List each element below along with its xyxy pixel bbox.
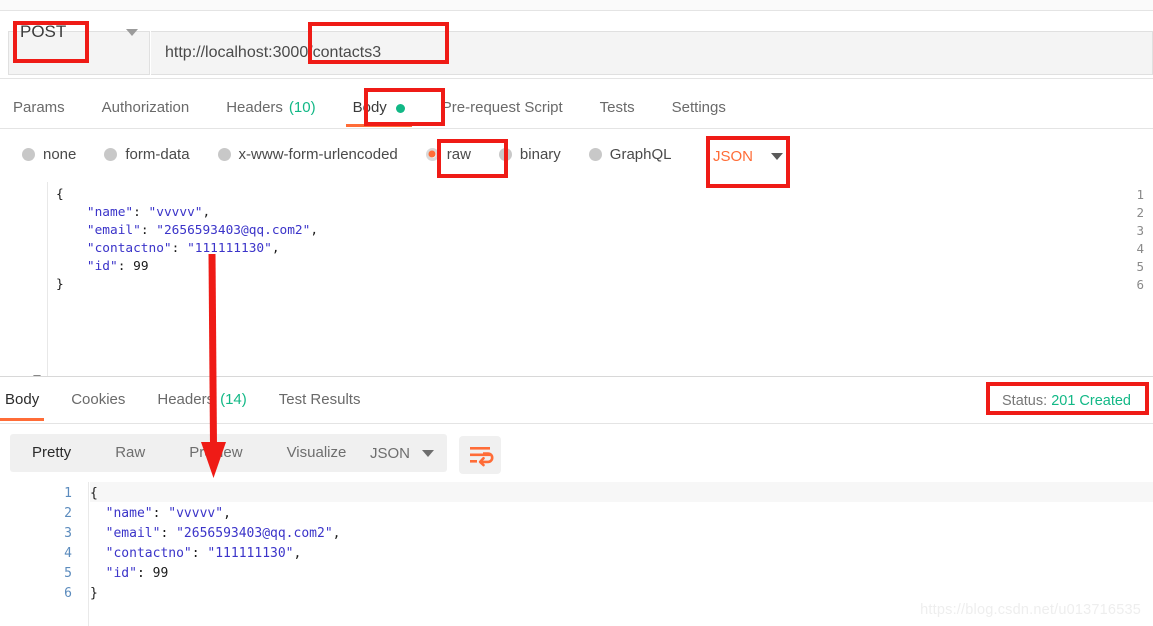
body-type-label: binary xyxy=(519,145,561,163)
line-number: 2 xyxy=(64,506,72,521)
chevron-down-icon[interactable] xyxy=(422,450,434,457)
request-editor-gutter xyxy=(0,182,48,376)
body-type-label: GraphQL xyxy=(609,145,672,163)
tab-label: Headers xyxy=(157,391,215,408)
line-number: 5 xyxy=(1136,259,1144,274)
code-line: { xyxy=(56,187,64,202)
response-format-selector[interactable]: JSON xyxy=(357,434,447,472)
active-tab-underline xyxy=(0,418,45,421)
response-format-raw[interactable]: Raw xyxy=(93,434,167,472)
code-line: } xyxy=(90,586,98,601)
code-line: "id": 99 xyxy=(105,566,169,581)
tab-label: Pre-request Script xyxy=(441,99,563,116)
code-line: { xyxy=(90,486,98,501)
body-type-radio-group: none form-data x-www-form-urlencoded raw bin… xyxy=(0,129,1153,181)
radio-button-icon[interactable] xyxy=(425,147,439,161)
tab-label: Authorization xyxy=(101,99,190,116)
response-format-button-group: Pretty Raw Preview Visualize xyxy=(10,434,369,472)
tab-label: Body xyxy=(5,391,40,408)
response-format-pretty[interactable]: Pretty xyxy=(10,434,93,472)
radio-button-icon[interactable] xyxy=(217,147,231,161)
response-format-preview[interactable]: Preview xyxy=(167,434,264,472)
line-number: 4 xyxy=(1136,241,1144,256)
response-tab-test-results[interactable]: Test Results xyxy=(279,383,361,416)
header-count: (10) xyxy=(288,99,316,116)
tab-label: Params xyxy=(13,99,65,116)
word-wrap-icon xyxy=(470,447,494,467)
response-toolbar: Pretty Raw Preview Visualize JSON xyxy=(0,424,1153,482)
line-number: 6 xyxy=(1136,277,1144,292)
watermark-text: https://blog.csdn.net/u013716535 xyxy=(920,602,1141,618)
line-number: 4 xyxy=(64,546,72,561)
response-tab-headers[interactable]: Headers (14) xyxy=(157,383,246,416)
status-label: Status: xyxy=(1002,393,1048,409)
radio-button-icon[interactable] xyxy=(104,147,118,161)
response-gutter-divider xyxy=(88,482,89,626)
code-line: "contactno": "111111130", xyxy=(105,546,302,561)
request-url-bar: POST http://localhost:3000/contacts3 xyxy=(0,11,1153,79)
request-tab-body[interactable]: Body xyxy=(353,88,387,127)
request-body-editor[interactable]: 1 {2 "name": "vvvvv", 3 "email": "26565934… xyxy=(0,182,1153,377)
status-value: 201 Created xyxy=(1051,393,1131,409)
body-type-label: raw xyxy=(446,145,471,163)
radio-button-icon[interactable] xyxy=(588,147,602,161)
response-tab-bar: Status: 201 Created Body Cookies Headers (1… xyxy=(0,377,1153,424)
word-wrap-button[interactable] xyxy=(459,436,501,474)
tab-label: Test Results xyxy=(278,391,361,408)
line-number: 5 xyxy=(64,566,72,581)
request-body-format-selector[interactable]: JSON xyxy=(713,143,784,169)
body-type-x-www-form-urlencoded[interactable]: x-www-form-urlencoded xyxy=(217,140,398,168)
request-tab-bar: Params Authorization Headers (10) Body Pre-re… xyxy=(0,88,1153,129)
chevron-down-icon[interactable] xyxy=(126,29,138,36)
code-line: "contactno": "111111130", xyxy=(86,241,280,256)
response-format-label: JSON xyxy=(370,444,411,462)
body-type-label: x-www-form-urlencoded xyxy=(238,145,398,163)
request-tab-authorization[interactable]: Authorization xyxy=(102,88,190,127)
code-line: "email": "2656593403@qq.com2", xyxy=(86,223,319,238)
line-number: 6 xyxy=(64,586,72,601)
body-type-label: none xyxy=(43,145,77,163)
request-tab-params[interactable]: Params xyxy=(13,88,65,127)
code-line: "name": "vvvvv", xyxy=(86,205,211,220)
response-first-line-background xyxy=(90,482,1153,502)
code-line: "name": "vvvvv", xyxy=(105,506,231,521)
url-text: http://localhost:3000/contacts3 xyxy=(165,44,382,61)
body-modified-dot-icon xyxy=(395,104,405,113)
body-type-form-data[interactable]: form-data xyxy=(104,140,190,168)
body-type-label: form-data xyxy=(125,145,190,163)
active-tab-underline xyxy=(345,124,412,127)
request-body-format-label: JSON xyxy=(713,147,754,165)
code-line: "email": "2656593403@qq.com2", xyxy=(105,526,341,541)
tab-label: Headers xyxy=(226,99,283,116)
line-number: 3 xyxy=(1136,223,1144,238)
response-format-visualize[interactable]: Visualize xyxy=(265,434,369,472)
body-type-graphql[interactable]: GraphQL xyxy=(588,140,672,168)
request-tab-headers[interactable]: Headers (10) xyxy=(226,88,315,127)
line-number: 2 xyxy=(1136,205,1144,220)
response-tab-body[interactable]: Body xyxy=(5,383,39,416)
chevron-down-icon[interactable] xyxy=(771,152,784,160)
body-type-none[interactable]: none xyxy=(22,140,76,168)
tab-label: Tests xyxy=(599,99,635,116)
code-line: "id": 99 xyxy=(86,259,149,274)
tab-label: Settings xyxy=(671,99,726,116)
line-number: 1 xyxy=(1136,187,1144,202)
request-tab-pre-request-script[interactable]: Pre-request Script xyxy=(442,88,563,127)
line-number: 1 xyxy=(64,486,72,501)
radio-button-icon[interactable] xyxy=(498,147,512,161)
response-tab-cookies[interactable]: Cookies xyxy=(71,383,125,416)
header-count: (14) xyxy=(220,391,247,408)
body-type-binary[interactable]: binary xyxy=(498,140,561,168)
http-method-label: POST xyxy=(20,22,67,41)
line-number: 3 xyxy=(64,526,72,541)
request-tab-tests[interactable]: Tests xyxy=(600,88,635,127)
tab-label: Cookies xyxy=(71,391,126,408)
request-tab-settings[interactable]: Settings xyxy=(672,88,726,127)
tab-label: Body xyxy=(352,99,387,116)
code-line: } xyxy=(56,277,64,292)
status-badge: Status: 201 Created xyxy=(1002,389,1131,413)
radio-button-icon[interactable] xyxy=(22,147,35,161)
window-top-strip xyxy=(0,0,1153,11)
body-type-raw[interactable]: raw xyxy=(425,140,471,168)
